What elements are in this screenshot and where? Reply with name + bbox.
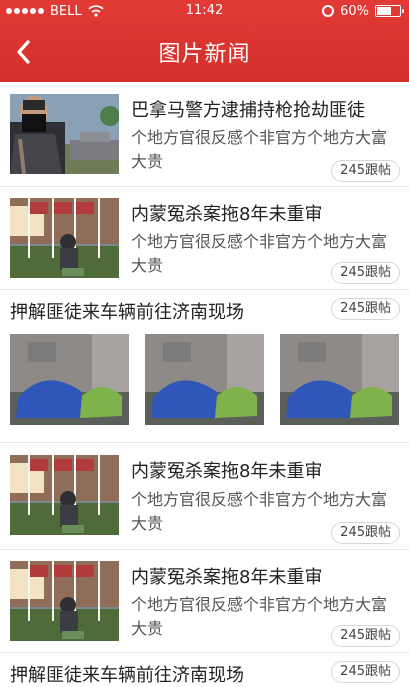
back-button[interactable] bbox=[10, 38, 38, 66]
tent-photo bbox=[280, 334, 399, 425]
news-image bbox=[280, 334, 399, 425]
news-title: 押解匪徒来车辆前往济南现场 bbox=[10, 665, 244, 686]
comment-count: 245跟帖 bbox=[331, 160, 400, 182]
status-bar: BELL 11:42 60% bbox=[0, 0, 409, 22]
header: BELL 11:42 60% 图片新闻 bbox=[0, 0, 409, 82]
comment-count: 245跟帖 bbox=[331, 661, 400, 683]
navigation-bar: 图片新闻 bbox=[0, 22, 409, 82]
battery-icon bbox=[375, 5, 404, 17]
comment-count: 245跟帖 bbox=[331, 625, 400, 647]
comment-count: 245跟帖 bbox=[331, 298, 400, 320]
news-title: 内蒙冤杀案拖8年未重审 bbox=[131, 461, 323, 482]
news-item[interactable]: 押解匪徒来车辆前往济南现场 245跟帖 bbox=[0, 290, 409, 443]
chevron-left-icon bbox=[17, 40, 30, 64]
news-item[interactable]: 押解匪徒来车辆前往济南现场 245跟帖 bbox=[0, 653, 409, 687]
news-title: 押解匪徒来车辆前往济南现场 bbox=[10, 302, 244, 323]
image-row bbox=[10, 334, 399, 428]
flags-photo bbox=[10, 561, 119, 641]
page-title: 图片新闻 bbox=[158, 42, 251, 67]
news-item[interactable]: 内蒙冤杀案拖8年未重审 个地方官很反感个非官方个地方大富大贵 245跟帖 bbox=[0, 550, 409, 653]
news-item[interactable]: 巴拿马警方逮捕持枪抢劫匪徒 个地方官很反感个非官方个地方大富大贵 245跟帖 bbox=[0, 82, 409, 187]
news-thumbnail bbox=[10, 94, 119, 174]
screen: BELL 11:42 60% 图片新闻 巴拿马警方逮捕持枪抢劫匪徒 个地方官很反… bbox=[0, 0, 409, 687]
news-thumbnail bbox=[10, 198, 119, 278]
flags-photo bbox=[10, 455, 119, 535]
tent-photo bbox=[145, 334, 264, 425]
news-image bbox=[145, 334, 264, 425]
flags-photo bbox=[10, 198, 119, 278]
news-thumbnail bbox=[10, 455, 119, 535]
comment-count: 245跟帖 bbox=[331, 522, 400, 544]
news-image bbox=[10, 334, 129, 425]
police-photo bbox=[10, 94, 119, 174]
time-label: 11:42 bbox=[185, 3, 224, 18]
news-item[interactable]: 内蒙冤杀案拖8年未重审 个地方官很反感个非官方个地方大富大贵 245跟帖 bbox=[0, 443, 409, 550]
news-title: 内蒙冤杀案拖8年未重审 bbox=[131, 567, 323, 588]
comment-count: 245跟帖 bbox=[331, 262, 400, 284]
tent-photo bbox=[10, 334, 129, 425]
news-list: 巴拿马警方逮捕持枪抢劫匪徒 个地方官很反感个非官方个地方大富大贵 245跟帖 内… bbox=[0, 82, 409, 687]
news-item[interactable]: 内蒙冤杀案拖8年未重审 个地方官很反感个非官方个地方大富大贵 245跟帖 bbox=[0, 187, 409, 290]
news-title: 内蒙冤杀案拖8年未重审 bbox=[131, 204, 323, 225]
news-thumbnail bbox=[10, 561, 119, 641]
news-title: 巴拿马警方逮捕持枪抢劫匪徒 bbox=[131, 100, 365, 121]
